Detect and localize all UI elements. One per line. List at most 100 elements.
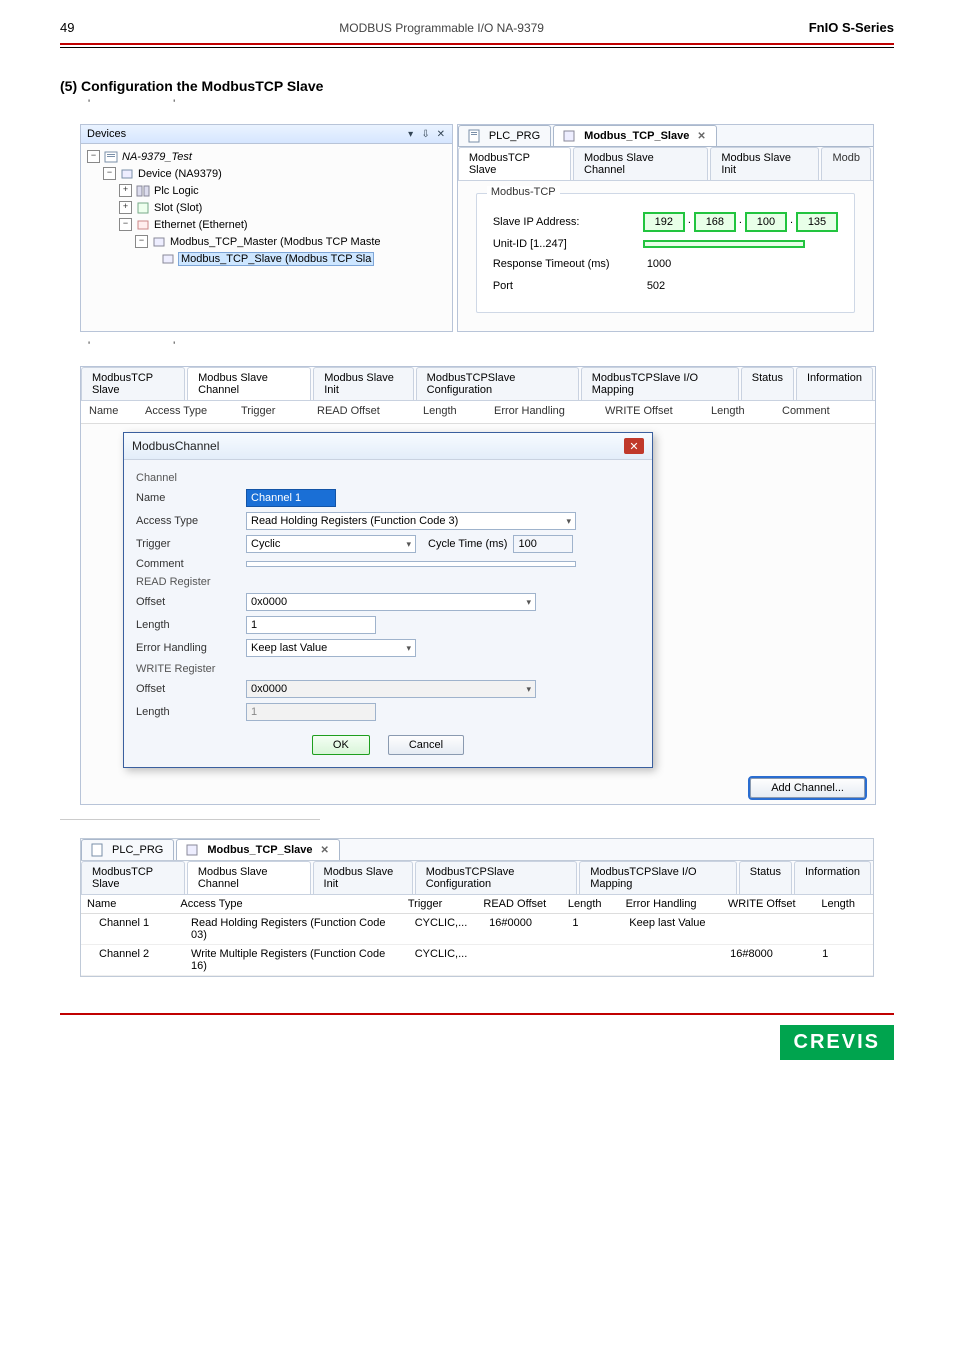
subtab-status[interactable]: Status (739, 861, 792, 894)
series-title: FnIO S-Series (809, 20, 894, 35)
subtab-modbus-slave-init[interactable]: Modbus Slave Init (313, 367, 413, 400)
panel-close-icon[interactable]: ✕ (436, 129, 446, 140)
unit-id-input[interactable] (643, 240, 805, 248)
ethernet-icon (136, 218, 150, 232)
dialog-title: ModbusChannel (132, 439, 219, 453)
ip-octet-1[interactable]: 192 (643, 212, 685, 232)
cell-length (566, 945, 623, 975)
tab-modbus-slave[interactable]: Modbus_TCP_Slave ✕ (553, 125, 717, 146)
subtab-modbus-slave-channel[interactable]: Modbus Slave Channel (187, 367, 311, 400)
cell-access: Read Holding Registers (Function Code 03… (185, 914, 409, 944)
subtab-modbustcp-slave[interactable]: ModbusTCP Slave (458, 147, 571, 180)
trigger-select[interactable]: Cyclic ▾ (246, 535, 416, 553)
error-handling-value: Keep last Value (251, 642, 327, 654)
add-channel-button[interactable]: Add Channel... (750, 778, 865, 798)
ok-button[interactable]: OK (312, 735, 370, 755)
tree-collapse-icon[interactable]: − (87, 150, 100, 163)
table-row[interactable]: Channel 1 Read Holding Registers (Functi… (81, 914, 873, 945)
subtab-status[interactable]: Status (741, 367, 794, 400)
document-icon (90, 843, 104, 857)
tab-close-icon[interactable]: ✕ (321, 845, 329, 856)
devices-panel: Devices ▾ ⇩ ✕ − NA-9379_Test − (80, 124, 453, 332)
subtab-io-mapping[interactable]: ModbusTCPSlave I/O Mapping (581, 367, 739, 400)
table-row[interactable]: Channel 2 Write Multiple Registers (Func… (81, 945, 873, 976)
cycle-time-label: Cycle Time (ms) (428, 538, 507, 550)
write-length-input: 1 (246, 703, 376, 721)
col-comment: Comment (782, 405, 846, 417)
col-error-handling: Error Handling (494, 405, 605, 417)
channel-name-input[interactable]: Channel 1 (246, 489, 336, 507)
tree-collapse-icon[interactable]: − (103, 167, 116, 180)
tab-plc-prg[interactable]: PLC_PRG (81, 839, 174, 860)
name-label: Name (136, 492, 246, 504)
cancel-button[interactable]: Cancel (388, 735, 464, 755)
group-write-register: WRITE Register (136, 663, 640, 675)
timeout-label: Response Timeout (ms) (493, 258, 643, 270)
subtab-information[interactable]: Information (794, 861, 871, 894)
subtab-modbustcp-slave[interactable]: ModbusTCP Slave (81, 367, 185, 400)
chevron-down-icon: ▾ (406, 643, 411, 654)
document-icon (467, 129, 481, 143)
tab-plc-prg-label: PLC_PRG (112, 844, 163, 856)
tab-plc-prg[interactable]: PLC_PRG (458, 125, 551, 146)
modbus-channel-dialog: ModbusChannel ✕ Channel Name Channel 1 A… (123, 432, 653, 768)
tree-modbus-master[interactable]: Modbus_TCP_Master (Modbus TCP Maste (170, 236, 381, 248)
error-handling-label: Error Handling (136, 642, 246, 654)
subtab-modbus-slave-init[interactable]: Modbus Slave Init (710, 147, 819, 180)
th-read-offset: READ Offset (477, 895, 561, 913)
subtab-modbus-slave-channel[interactable]: Modbus Slave Channel (573, 147, 708, 180)
chevron-down-icon: ▾ (526, 597, 531, 608)
access-type-select[interactable]: Read Holding Registers (Function Code 3)… (246, 512, 576, 530)
ip-octet-3[interactable]: 100 (745, 212, 787, 232)
timeout-value[interactable]: 1000 (643, 256, 675, 272)
tree-plc-logic[interactable]: Plc Logic (154, 185, 199, 197)
port-value[interactable]: 502 (643, 278, 669, 294)
subtab-truncated[interactable]: Modb (821, 147, 871, 180)
modbus-slave-icon (161, 252, 175, 266)
subtab-io-mapping[interactable]: ModbusTCPSlave I/O Mapping (579, 861, 737, 894)
tree-root[interactable]: NA-9379_Test (122, 151, 192, 163)
subtab-modbus-slave-channel[interactable]: Modbus Slave Channel (187, 861, 311, 894)
tree-collapse-icon[interactable]: − (135, 235, 148, 248)
quote-marks-2: ' ' (88, 340, 894, 352)
chevron-down-icon: ▾ (566, 516, 571, 527)
error-handling-select[interactable]: Keep last Value ▾ (246, 639, 416, 657)
cell-trigger: CYCLIC,... (409, 914, 483, 944)
tree-modbus-slave[interactable]: Modbus_TCP_Slave (Modbus TCP Sla (179, 253, 373, 265)
plc-logic-icon (136, 184, 150, 198)
tree-ethernet[interactable]: Ethernet (Ethernet) (154, 219, 248, 231)
panel-dropdown-icon[interactable]: ▾ (406, 129, 416, 140)
ip-address-input[interactable]: 192. 168. 100. 135 (643, 212, 838, 232)
th-length2: Length (815, 895, 873, 913)
header-rule-black (60, 47, 894, 48)
tree-slot[interactable]: Slot (Slot) (154, 202, 202, 214)
subtab-modbustcp-slave[interactable]: ModbusTCP Slave (81, 861, 185, 894)
read-offset-value: 0x0000 (251, 596, 287, 608)
tree-device[interactable]: Device (NA9379) (138, 168, 222, 180)
cell-name: Channel 1 (81, 914, 185, 944)
subtab-modbus-slave-init[interactable]: Modbus Slave Init (313, 861, 413, 894)
modbus-master-icon (152, 235, 166, 249)
dialog-close-button[interactable]: ✕ (624, 438, 644, 454)
tree-expand-icon[interactable]: + (119, 201, 132, 214)
port-label: Port (493, 280, 643, 292)
write-offset-label: Offset (136, 683, 246, 695)
subtab-information[interactable]: Information (796, 367, 873, 400)
subtab-modbustcpslave-configuration[interactable]: ModbusTCPSlave Configuration (415, 861, 578, 894)
panel-pin-icon[interactable]: ⇩ (421, 129, 431, 140)
ip-octet-2[interactable]: 168 (694, 212, 736, 232)
read-length-input[interactable]: 1 (246, 616, 376, 634)
project-icon (104, 150, 118, 164)
comment-input[interactable] (246, 561, 576, 567)
cell-write-offset: 16#8000 (724, 945, 816, 975)
cell-write-offset (724, 914, 816, 944)
read-offset-select[interactable]: 0x0000 ▾ (246, 593, 536, 611)
tree-collapse-icon[interactable]: − (119, 218, 132, 231)
tab-close-icon[interactable]: ✕ (697, 131, 705, 142)
tree-expand-icon[interactable]: + (119, 184, 132, 197)
subtab-modbustcpslave-configuration[interactable]: ModbusTCPSlave Configuration (416, 367, 579, 400)
cycle-time-input[interactable]: 100 (513, 535, 573, 553)
ip-octet-4[interactable]: 135 (796, 212, 838, 232)
cell-length: 1 (566, 914, 623, 944)
tab-modbus-slave[interactable]: Modbus_TCP_Slave ✕ (176, 839, 340, 860)
